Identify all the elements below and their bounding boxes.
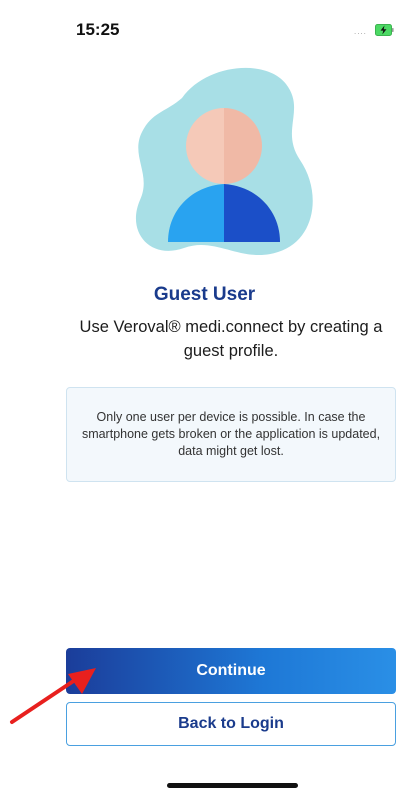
info-notice-box: Only one user per device is possible. In… xyxy=(66,387,396,482)
guest-user-avatar-icon xyxy=(135,67,313,256)
page-title: Guest User xyxy=(153,284,256,305)
annotation-arrow-icon xyxy=(10,668,96,724)
signal-icon: .... xyxy=(354,27,367,36)
home-indicator[interactable] xyxy=(167,783,298,788)
page-subtitle: Use Veroval® medi.connect by creating a … xyxy=(79,318,383,360)
guest-user-screen: 15:25 .... Guest User Use Veroval® medi.… xyxy=(0,0,409,791)
continue-button[interactable]: Continue xyxy=(66,648,396,694)
back-to-login-button[interactable]: Back to Login xyxy=(66,702,396,746)
info-notice-text: Only one user per device is possible. In… xyxy=(81,410,381,458)
status-time: 15:25 xyxy=(76,20,120,39)
battery-charging-icon xyxy=(375,24,394,36)
